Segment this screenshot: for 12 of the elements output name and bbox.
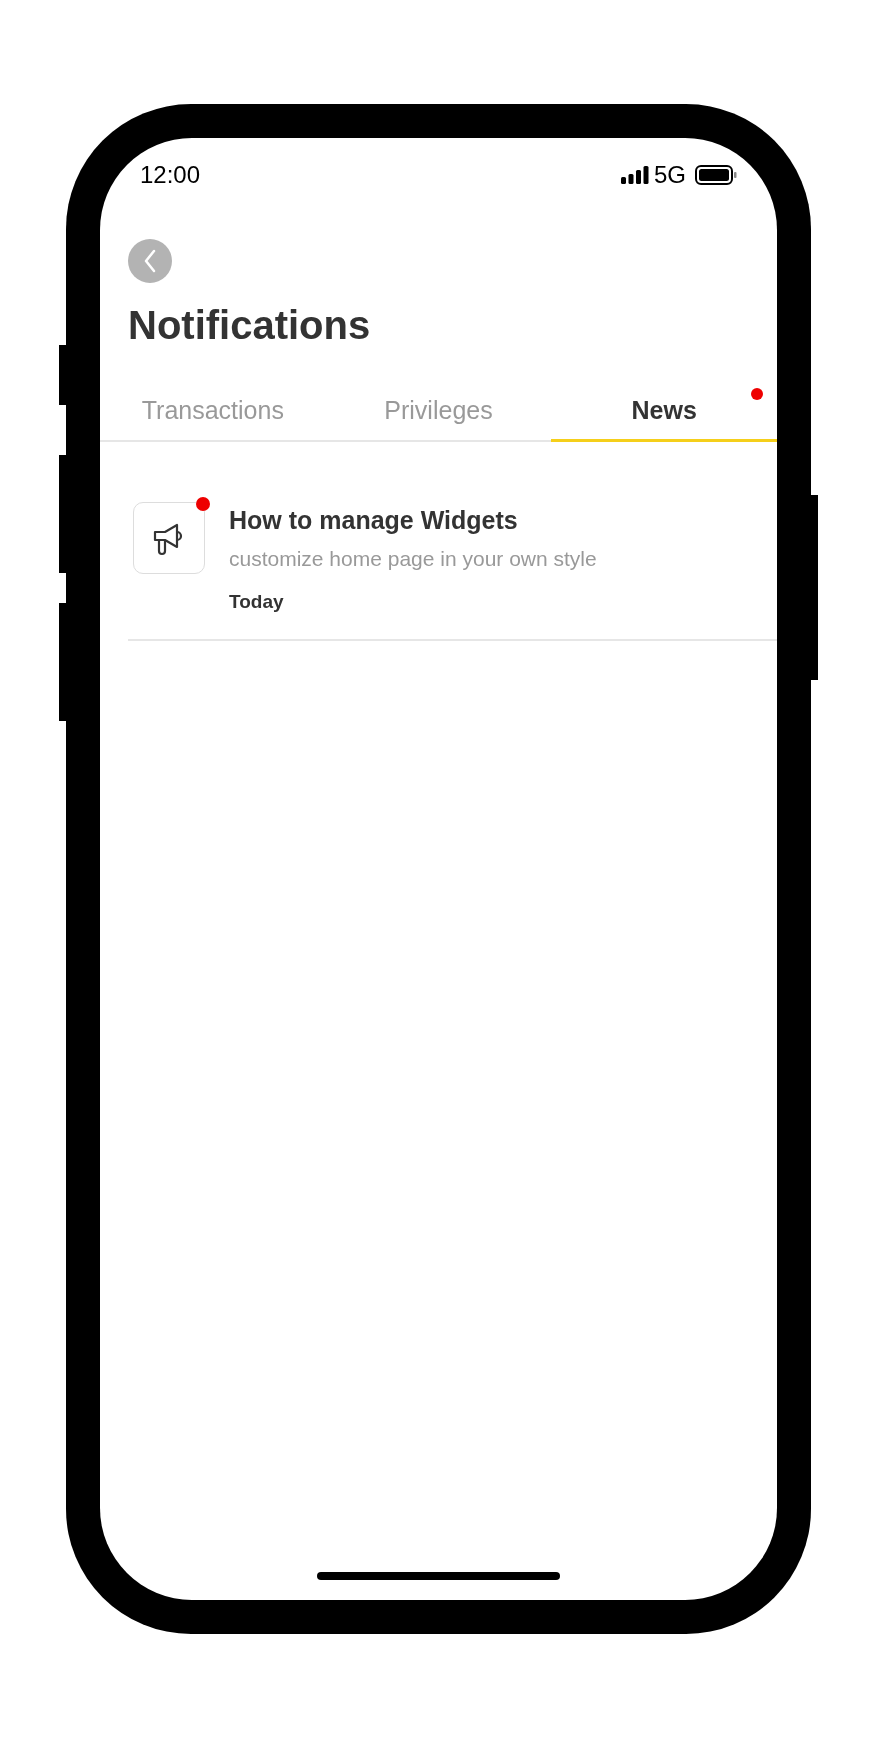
- page-title: Notifications: [128, 303, 372, 348]
- notification-title: How to manage Widgets: [229, 506, 519, 535]
- notification-body: customize home page in your own style: [229, 547, 597, 571]
- back-button[interactable]: [128, 239, 172, 283]
- chevron-left-icon: [143, 249, 157, 273]
- status-time: 12:00: [140, 161, 201, 189]
- battery-icon: [695, 165, 737, 185]
- network-label: 5G: [654, 161, 686, 189]
- notification-item[interactable]: How to manage Widgets customize home page in your own style Today: [128, 442, 777, 641]
- tab[interactable]: News: [551, 386, 777, 442]
- notification-date: Today: [229, 591, 285, 613]
- signal-icon: [621, 166, 649, 184]
